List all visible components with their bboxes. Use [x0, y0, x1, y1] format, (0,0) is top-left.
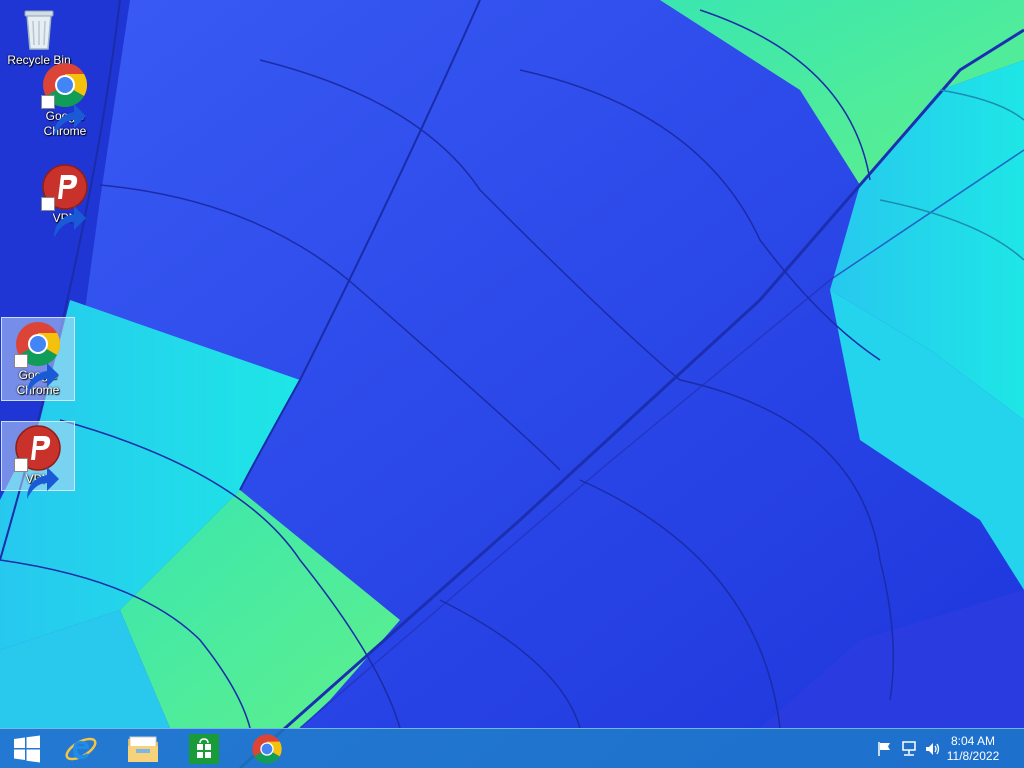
clock-time: 8:04 AM — [950, 734, 996, 748]
taskbar-file-explorer[interactable] — [116, 731, 170, 767]
network-icon[interactable] — [900, 741, 918, 757]
taskbar-chrome[interactable] — [240, 731, 294, 767]
psiphon-vpn-icon — [41, 163, 89, 238]
shortcut-arrow-icon — [14, 458, 59, 499]
desktop-wallpaper — [0, 0, 1024, 768]
shortcut-arrow-icon — [41, 197, 86, 238]
chrome-icon — [14, 320, 62, 395]
chrome-icon — [41, 61, 89, 136]
desktop-icon-vpn-selected[interactable]: VPN — [1, 421, 75, 499]
clock-date: 11/8/2022 — [946, 749, 1000, 763]
folder-icon — [128, 736, 158, 762]
shortcut-arrow-icon — [14, 354, 59, 395]
chrome-icon — [252, 734, 282, 764]
start-button[interactable] — [0, 731, 54, 767]
desktop[interactable]: Recycle Bin Google Chrome — [0, 0, 1024, 768]
windows-logo-icon — [14, 735, 40, 763]
store-icon — [189, 734, 219, 764]
shortcut-arrow-icon — [41, 95, 86, 136]
system-tray: 8:04 AM 11/8/2022 — [864, 729, 1024, 768]
desktop-icon-google-chrome[interactable]: Google Chrome — [28, 58, 102, 140]
taskbar-store[interactable] — [177, 731, 231, 767]
internet-explorer-icon — [65, 737, 97, 761]
desktop-icon-google-chrome-selected[interactable]: Google Chrome — [1, 317, 75, 401]
taskbar: 8:04 AM 11/8/2022 — [0, 728, 1024, 768]
psiphon-vpn-icon — [14, 424, 62, 499]
desktop-icon-vpn[interactable]: VPN — [28, 160, 102, 238]
taskbar-internet-explorer[interactable] — [54, 731, 108, 767]
taskbar-clock[interactable]: 8:04 AM 11/8/2022 — [938, 734, 1008, 764]
action-center-flag-icon[interactable] — [876, 741, 894, 757]
recycle-bin-icon — [15, 5, 63, 53]
